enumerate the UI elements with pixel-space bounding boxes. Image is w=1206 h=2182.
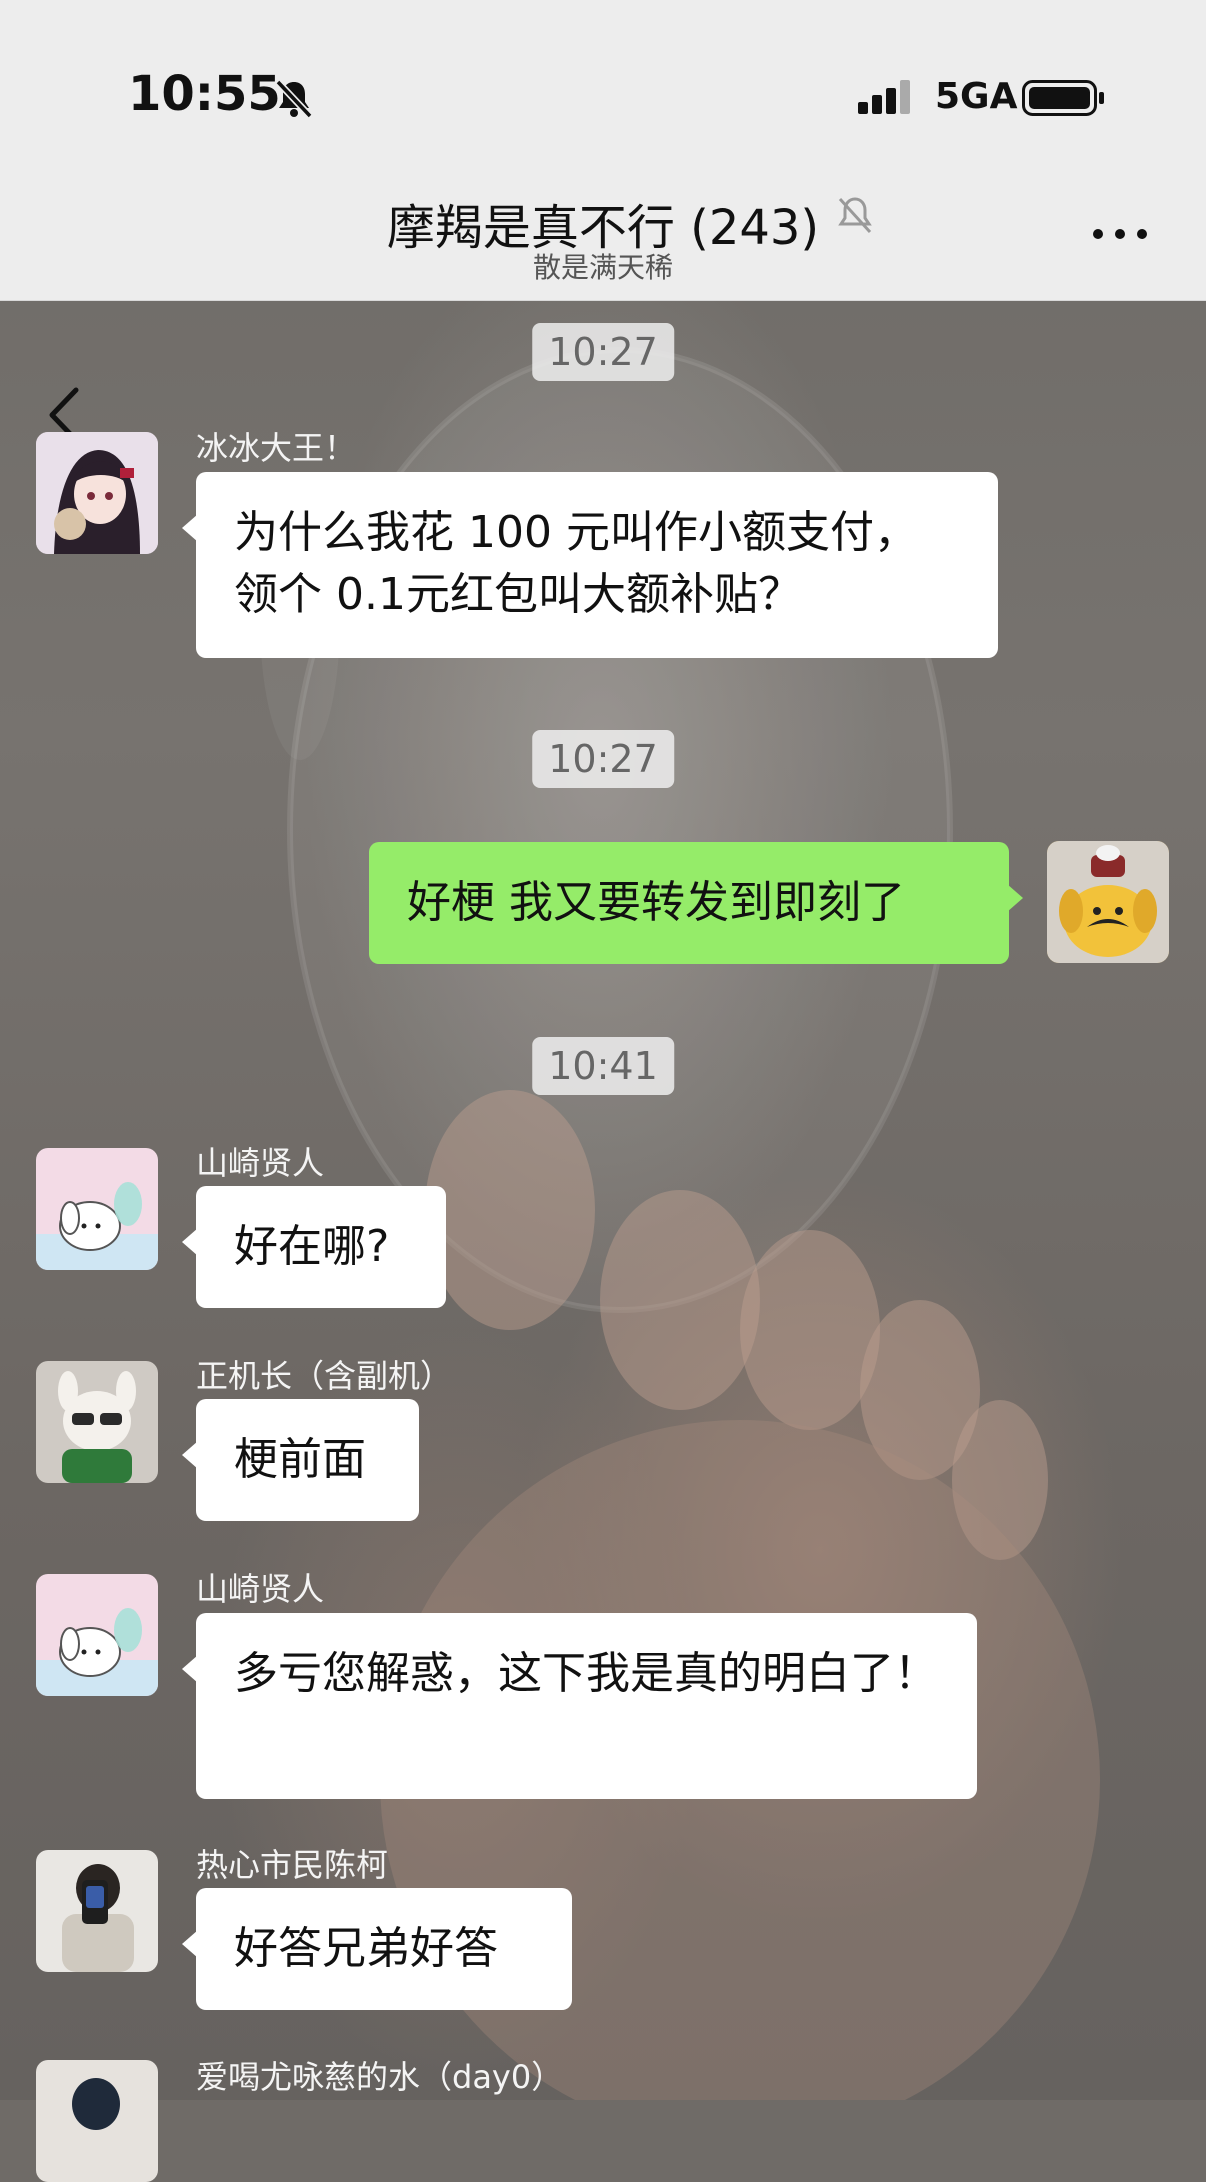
person-avatar-icon xyxy=(36,2060,158,2182)
sender-name: 山崎贤人 xyxy=(196,1570,325,1608)
message-text: 梗前面 xyxy=(234,1434,366,1485)
avatar[interactable] xyxy=(36,1850,158,1972)
message-text: 好答兄弟好答 xyxy=(234,1923,498,1974)
network-type: 5GA xyxy=(935,76,1018,117)
avatar[interactable] xyxy=(36,1148,158,1270)
message-bubble[interactable]: 为什么我花 100 元叫作小额支付，领个 0.1元红包叫大额补贴？ xyxy=(182,472,998,658)
avatar[interactable] xyxy=(36,432,158,554)
sender-name: 正机长（含副机） xyxy=(196,1357,453,1395)
message-bubble-outgoing[interactable]: 好梗 我又要转发到即刻了 xyxy=(369,842,1023,964)
message-bubble[interactable]: 梗前面 xyxy=(182,1399,419,1521)
sender-name: 冰冰大王！ xyxy=(196,429,357,467)
message-text: 好梗 我又要转发到即刻了 xyxy=(407,877,905,928)
message-bubble[interactable]: 好答兄弟好答 xyxy=(182,1888,572,2010)
message-timestamp: 10:27 xyxy=(532,323,674,381)
my-avatar[interactable] xyxy=(1047,841,1169,963)
dog-plush-avatar-icon xyxy=(36,1361,158,1483)
message-text: 为什么我花 100 元叫作小额支付，领个 0.1元红包叫大额补贴？ xyxy=(234,507,918,620)
pochacco-avatar-icon xyxy=(36,1148,158,1270)
chat-subtitle: 散是满天稀 xyxy=(532,251,673,284)
message-text: 多亏您解惑，这下我是真的明白了！ xyxy=(234,1648,938,1699)
sender-name: 热心市民陈柯 xyxy=(196,1846,389,1884)
bell-off-icon xyxy=(275,79,313,119)
avatar[interactable] xyxy=(36,1574,158,1696)
pochacco-avatar-icon xyxy=(36,1574,158,1696)
message-bubble[interactable]: 好在哪? xyxy=(182,1186,446,1308)
mute-bell-icon xyxy=(838,197,872,234)
avatar[interactable] xyxy=(36,2060,158,2182)
message-timestamp: 10:41 xyxy=(532,1037,674,1095)
selfie-avatar-icon xyxy=(36,1850,158,1972)
yellow-plush-avatar-icon xyxy=(1047,841,1169,963)
avatar[interactable] xyxy=(36,1361,158,1483)
status-time: 10:55 xyxy=(128,66,281,122)
anime-girl-avatar-icon xyxy=(36,432,158,554)
message-bubble[interactable]: 多亏您解惑，这下我是真的明白了！ xyxy=(182,1613,977,1799)
sender-name: 山崎贤人 xyxy=(196,1144,325,1182)
status-bar: 10:55 5GA xyxy=(0,0,1206,180)
more-options-icon[interactable] xyxy=(1090,212,1150,252)
battery-icon xyxy=(1022,80,1104,116)
message-timestamp: 10:27 xyxy=(532,730,674,788)
sender-name: 爱喝尤咏慈的水（day0） xyxy=(196,2058,564,2096)
message-text: 好在哪? xyxy=(234,1221,390,1272)
signal-icon xyxy=(858,80,910,114)
